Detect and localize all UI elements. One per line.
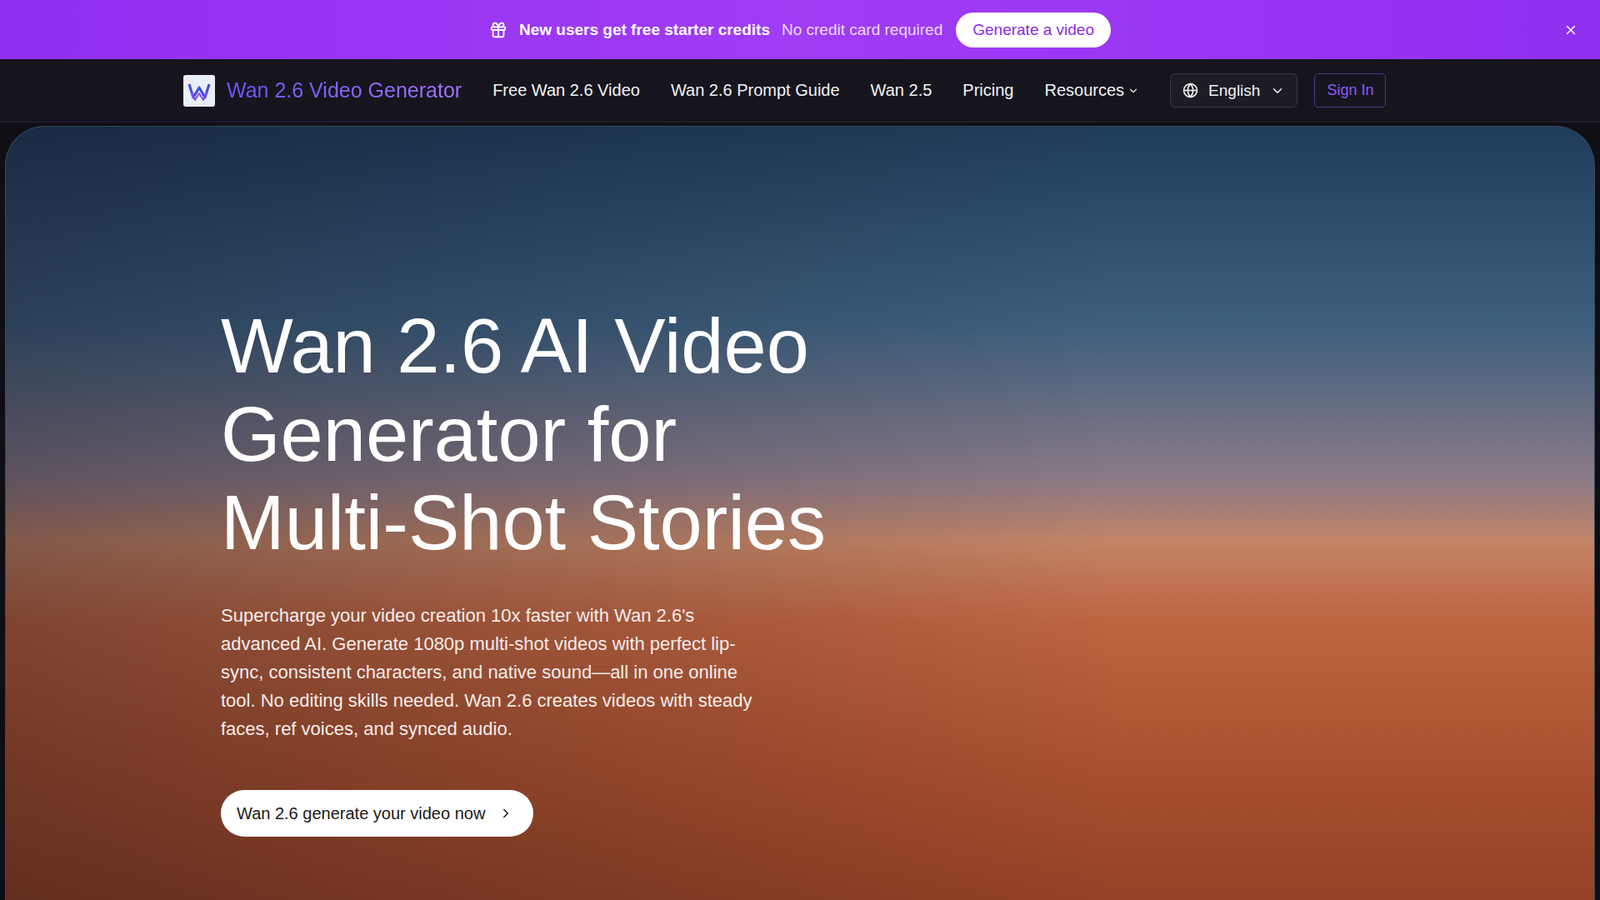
logo-icon <box>183 75 215 107</box>
gift-icon <box>489 20 508 40</box>
close-icon <box>1563 22 1579 38</box>
nav-link[interactable]: Wan 2.5 <box>870 80 933 100</box>
hero-title-line: Generator for <box>220 390 826 479</box>
globe-icon <box>1182 82 1199 99</box>
nav-link[interactable]: Resources <box>1044 80 1140 100</box>
chevron-down-icon <box>1127 85 1140 97</box>
nav-link[interactable]: Free Wan 2.6 Video <box>492 80 640 100</box>
close-banner-button[interactable] <box>1560 19 1582 41</box>
navbar-inner: Wan 2.6 Video Generator Free Wan 2.6 Vide… <box>183 73 1417 108</box>
brand-name: Wan 2.6 Video Generator <box>226 78 462 103</box>
hero-cta-button[interactable]: Wan 2.6 generate your video now <box>220 790 534 837</box>
generate-video-button[interactable]: Generate a video <box>955 12 1111 48</box>
cta-label: Wan 2.6 generate your video now <box>236 804 485 824</box>
hero-title-line: Wan 2.6 AI Video <box>220 301 826 390</box>
nav-link[interactable]: Wan 2.6 Prompt Guide <box>670 80 840 100</box>
chevron-right-icon <box>498 805 514 821</box>
hero-wrap: Wan 2.6 AI VideoGenerator forMulti-Shot … <box>0 122 1600 900</box>
hero-title: Wan 2.6 AI VideoGenerator forMulti-Shot … <box>220 301 826 567</box>
nav-link[interactable]: Pricing <box>962 80 1014 100</box>
language-label: English <box>1208 81 1260 100</box>
hero-title-line: Multi-Shot Stories <box>220 478 826 567</box>
nav-actions: English Sign In <box>1170 73 1386 108</box>
banner-title: New users get free starter credits <box>519 20 770 40</box>
page: New users get free starter credits No cre… <box>0 0 1600 900</box>
chevron-down-icon <box>1270 83 1285 99</box>
banner-subtitle: No credit card required <box>781 20 943 40</box>
hero-description: Supercharge your video creation 10x fast… <box>220 601 775 744</box>
navbar: Wan 2.6 Video Generator Free Wan 2.6 Vide… <box>0 59 1600 123</box>
brand-link[interactable]: Wan 2.6 Video Generator <box>183 75 462 107</box>
language-select[interactable]: English <box>1170 73 1298 108</box>
promo-banner: New users get free starter credits No cre… <box>0 0 1600 60</box>
hero: Wan 2.6 AI VideoGenerator forMulti-Shot … <box>5 125 1595 900</box>
sign-in-button[interactable]: Sign In <box>1314 73 1386 108</box>
nav-links: Free Wan 2.6 Video Wan 2.6 Prompt Guide Wa… <box>492 80 1140 100</box>
